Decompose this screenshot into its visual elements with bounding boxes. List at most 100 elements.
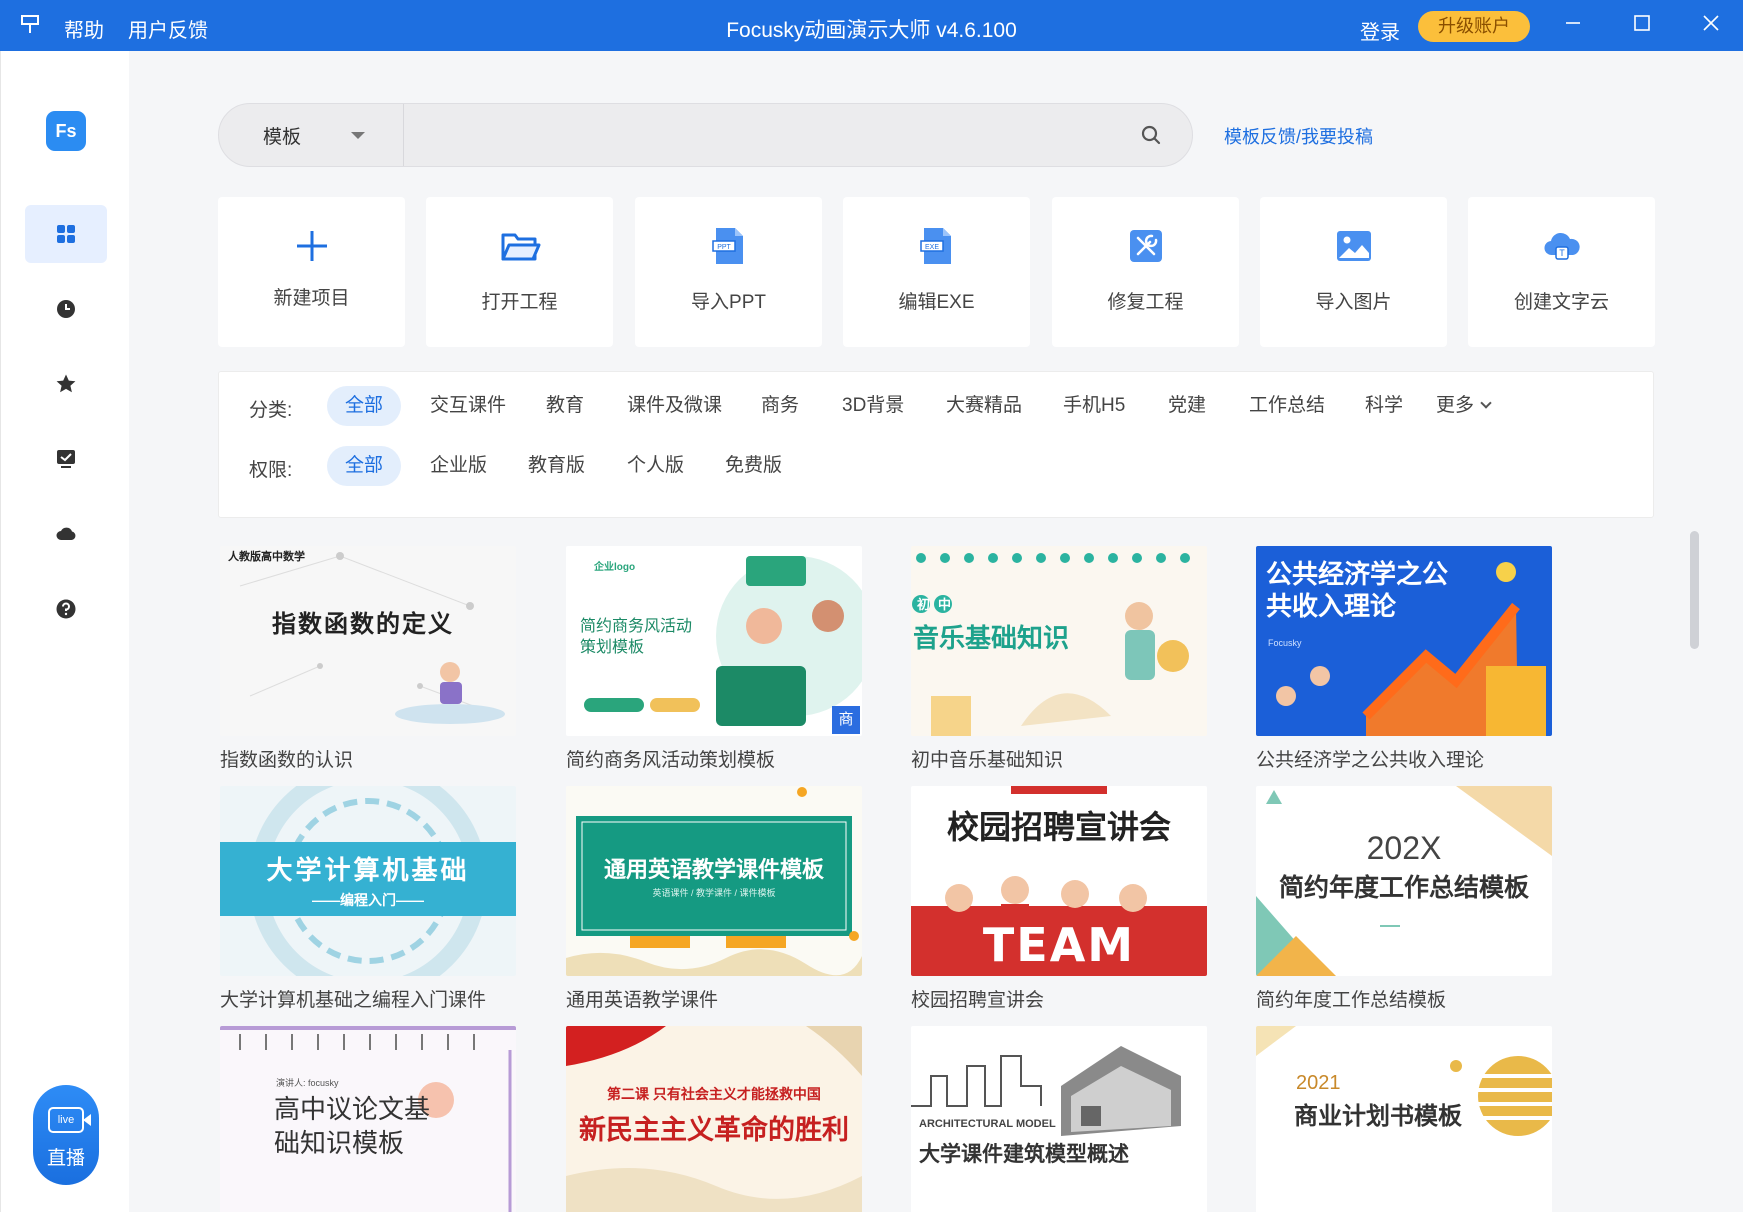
template-card[interactable]: 企业logo 简约商务风活动策划模板 商 简约商务风活动策划模板 xyxy=(566,546,862,772)
category-label: 分类: xyxy=(249,400,293,421)
close-icon[interactable] xyxy=(1691,10,1731,40)
category-chip[interactable]: 党建 xyxy=(1150,386,1224,426)
category-more-button[interactable]: 更多 xyxy=(1418,386,1508,426)
live-label: 直播 xyxy=(46,1148,85,1169)
search-scope-dropdown[interactable]: 模板 xyxy=(219,104,404,166)
template-card[interactable]: 校园招聘宣讲会 TEAM 校园招聘宣讲会 xyxy=(911,786,1207,1012)
maximize-icon[interactable] xyxy=(1622,10,1662,40)
thumb-title: 简约年度工作总结模板 xyxy=(1278,874,1529,902)
user-feedback-menu[interactable]: 用户反馈 xyxy=(128,14,208,43)
login-link[interactable]: 登录 xyxy=(1360,16,1400,45)
create-word-cloud-button[interactable]: T 创建文字云 xyxy=(1468,197,1655,347)
thumb-title: 新民主主义革命的胜利 xyxy=(579,1115,849,1145)
template-card[interactable]: 第二课 只有社会主义才能拯救中国 新民主主义革命的胜利 xyxy=(566,1026,862,1212)
template-thumbnail: 初中 音乐基础知识 xyxy=(911,546,1207,736)
permission-chip[interactable]: 企业版 xyxy=(412,446,505,486)
thumb-subtitle: 202X xyxy=(1366,830,1442,866)
quick-actions: 新建项目 打开工程 PPT 导入PPT EXE 编辑EXE 修复工程 导入图片 … xyxy=(218,197,1655,347)
thumb-title: 大学计算机基础 xyxy=(266,855,470,885)
template-card[interactable]: 公共经济学之公共收入理论 Focusky 公共经济学之公共收入理论 xyxy=(1256,546,1552,772)
vertical-scrollbar[interactable] xyxy=(1690,531,1699,649)
permission-chip-all[interactable]: 全部 xyxy=(327,446,402,486)
import-ppt-button[interactable]: PPT 导入PPT xyxy=(635,197,822,347)
category-chip[interactable]: 科学 xyxy=(1347,386,1421,426)
sidebar-item-recent[interactable] xyxy=(25,280,107,338)
exe-file-icon: EXE xyxy=(920,228,951,264)
permission-label: 权限: xyxy=(249,460,293,481)
svg-text:EXE: EXE xyxy=(925,244,939,251)
template-filters: 分类: 全部 交互课件 教育 课件及微课 商务 3D背景 大赛精品 手机H5 党… xyxy=(218,371,1654,518)
template-card[interactable]: 通用英语教学课件模板 英语课件 / 教学课件 / 课件模板 通用英语教学课件 xyxy=(566,786,862,1012)
category-chip[interactable]: 工作总结 xyxy=(1231,386,1343,426)
repair-tools-icon xyxy=(1130,230,1162,262)
template-thumbnail: 通用英语教学课件模板 英语课件 / 教学课件 / 课件模板 xyxy=(566,786,862,976)
template-feedback-link[interactable]: 模板反馈/我要投稿 xyxy=(1224,123,1373,149)
category-chip[interactable]: 手机H5 xyxy=(1045,386,1143,426)
template-search-bar: 模板 xyxy=(218,103,1193,167)
live-stream-button[interactable]: live 直播 xyxy=(33,1085,99,1185)
template-name: 校园招聘宣讲会 xyxy=(911,990,1045,1011)
repair-project-button[interactable]: 修复工程 xyxy=(1052,197,1239,347)
template-name: 初中音乐基础知识 xyxy=(911,750,1064,771)
thumb-title: 通用英语教学课件模板 xyxy=(603,857,824,882)
new-project-button[interactable]: 新建项目 xyxy=(218,197,405,347)
template-card[interactable]: ARCHITECTURAL MODEL 大学课件建筑模型概述 xyxy=(911,1026,1207,1212)
thumb-title: 大学课件建筑模型概述 xyxy=(919,1143,1129,1166)
pin-icon[interactable] xyxy=(18,13,42,37)
template-card[interactable]: 2021 商业计划书模板 xyxy=(1256,1026,1552,1212)
category-chip[interactable]: 教育 xyxy=(528,386,602,426)
template-thumbnail: 大学计算机基础 ——编程入门—— xyxy=(220,786,516,976)
permission-chip[interactable]: 教育版 xyxy=(510,446,603,486)
action-label: 导入PPT xyxy=(691,292,766,313)
template-card[interactable]: 大学计算机基础 ——编程入门—— 大学计算机基础之编程入门课件 xyxy=(220,786,516,1012)
template-thumbnail: 第二课 只有社会主义才能拯救中国 新民主主义革命的胜利 xyxy=(566,1026,862,1212)
import-image-button[interactable]: 导入图片 xyxy=(1260,197,1447,347)
category-chip[interactable]: 商务 xyxy=(743,386,817,426)
category-chip[interactable]: 3D背景 xyxy=(824,386,922,426)
category-chip-all[interactable]: 全部 xyxy=(327,386,402,426)
ppt-file-icon: PPT xyxy=(712,228,743,264)
permission-chip[interactable]: 免费版 xyxy=(707,446,800,486)
template-card[interactable]: 演讲人: focusky 高中议论文基础知识模板 xyxy=(220,1026,516,1212)
category-chip[interactable]: 课件及微课 xyxy=(609,386,740,426)
thumb-subtitle: 企业logo xyxy=(594,562,636,573)
minimize-icon[interactable] xyxy=(1553,10,1593,40)
template-card[interactable]: 人教版高中数学 指数函数的定义 指数函数的认识 xyxy=(220,546,516,772)
search-input[interactable] xyxy=(409,114,1109,156)
permission-filter-row: 权限: 全部 企业版 教育版 个人版 免费版 xyxy=(219,446,1653,486)
image-icon xyxy=(1337,231,1371,261)
thumb-subtitle: ——编程入门—— xyxy=(312,892,424,908)
template-card[interactable]: 202X 简约年度工作总结模板 简约年度工作总结模板 xyxy=(1256,786,1552,1012)
template-name: 简约年度工作总结模板 xyxy=(1256,990,1447,1011)
template-thumbnail: 公共经济学之公共收入理论 Focusky xyxy=(1256,546,1552,736)
action-label: 编辑EXE xyxy=(898,292,975,313)
template-name: 简约商务风活动策划模板 xyxy=(566,750,776,771)
chevron-down-icon xyxy=(1480,397,1492,409)
thumb-subtitle: TEAM xyxy=(982,918,1136,972)
open-project-button[interactable]: 打开工程 xyxy=(426,197,613,347)
more-label: 更多 xyxy=(1436,395,1475,416)
sidebar-item-help[interactable] xyxy=(25,580,107,638)
question-icon xyxy=(56,599,76,619)
category-chip[interactable]: 大赛精品 xyxy=(928,386,1040,426)
search-icon[interactable] xyxy=(1139,123,1163,147)
sidebar-item-templates[interactable] xyxy=(25,205,107,263)
template-card[interactable]: 初中 音乐基础知识 初中音乐基础知识 xyxy=(911,546,1207,772)
thumb-subtitle: Focusky xyxy=(1268,638,1302,648)
category-chip[interactable]: 交互课件 xyxy=(412,386,524,426)
sidebar-item-presentation[interactable] xyxy=(25,430,107,488)
live-camera-icon: live xyxy=(48,1107,91,1133)
thumb-subtitle: 人教版高中数学 xyxy=(228,551,305,563)
help-menu[interactable]: 帮助 xyxy=(64,14,104,43)
sidebar-item-cloud[interactable] xyxy=(25,505,107,563)
template-thumbnail: 校园招聘宣讲会 TEAM xyxy=(911,786,1207,976)
template-thumbnail: 人教版高中数学 指数函数的定义 xyxy=(220,546,516,736)
permission-chip[interactable]: 个人版 xyxy=(609,446,702,486)
upgrade-account-button[interactable]: 升级账户 xyxy=(1418,11,1530,42)
template-thumbnail: 202X 简约年度工作总结模板 xyxy=(1256,786,1552,976)
edit-exe-button[interactable]: EXE 编辑EXE xyxy=(843,197,1030,347)
sidebar-item-favorites[interactable] xyxy=(25,355,107,413)
action-label: 新建项目 xyxy=(273,288,350,309)
action-label: 打开工程 xyxy=(481,292,558,313)
template-name: 公共经济学之公共收入理论 xyxy=(1256,750,1485,771)
